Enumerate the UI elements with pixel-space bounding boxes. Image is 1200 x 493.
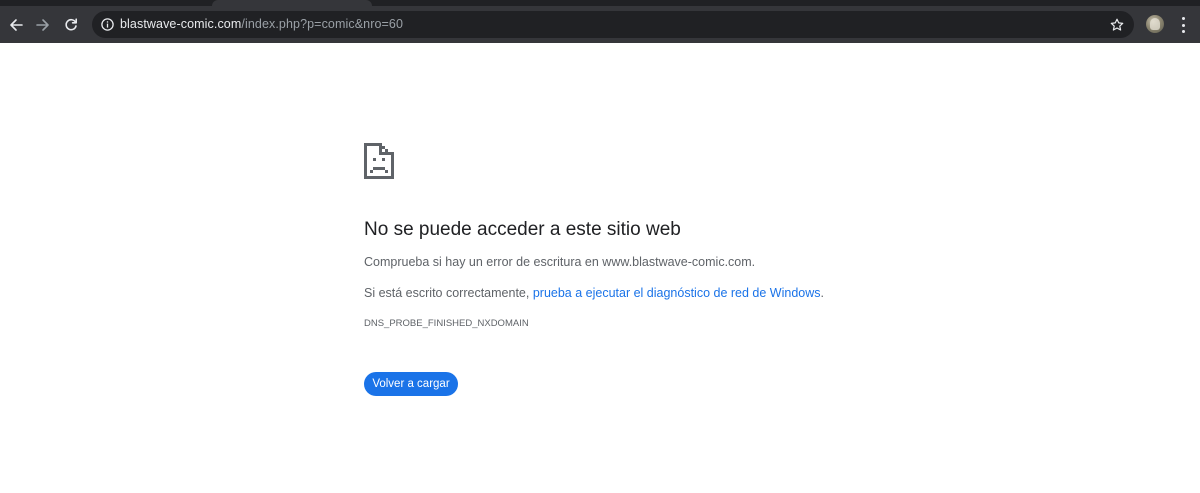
browser-toolbar: blastwave-comic.com/index.php?p=comic&nr… [0,6,1200,43]
bookmark-button[interactable] [1107,15,1126,34]
sad-page-icon [364,143,394,179]
star-icon [1110,18,1123,31]
avatar-image [1150,18,1160,30]
error-title: No se puede acceder a este sitio web [364,219,681,240]
kebab-menu-icon [1181,17,1185,20]
reload-button[interactable] [58,12,84,38]
back-arrow-icon [10,19,23,31]
diagnostic-suffix: . [820,286,824,300]
reload-icon [65,18,77,31]
network-diagnostics-link[interactable]: prueba a ejecutar el diagnóstico de red … [533,286,821,300]
url-host: blastwave-comic.com [120,17,242,31]
info-icon [101,18,114,31]
forward-arrow-icon [36,19,49,31]
spelling-check-text: Comprueba si hay un error de escritura e… [364,255,756,269]
reload-page-button[interactable]: Volver a cargar [364,372,458,396]
menu-button[interactable] [1176,17,1190,33]
browser-chrome: blastwave-comic.com/index.php?p=comic&nr… [0,0,1200,43]
address-bar[interactable]: blastwave-comic.com/index.php?p=comic&nr… [92,11,1134,38]
profile-avatar[interactable] [1146,15,1164,33]
back-button[interactable] [3,12,29,38]
url-path: /index.php?p=comic&nro=60 [241,17,404,31]
diagnostic-prefix: Si está escrito correctamente, [364,286,533,300]
diagnostic-suggestion: Si está escrito correctamente, prueba a … [364,285,824,301]
error-code: DNS_PROBE_FINISHED_NXDOMAIN [364,318,529,329]
site-info-button[interactable] [98,15,117,34]
url-text[interactable]: blastwave-comic.com/index.php?p=comic&nr… [120,17,403,32]
forward-button[interactable] [30,12,56,38]
